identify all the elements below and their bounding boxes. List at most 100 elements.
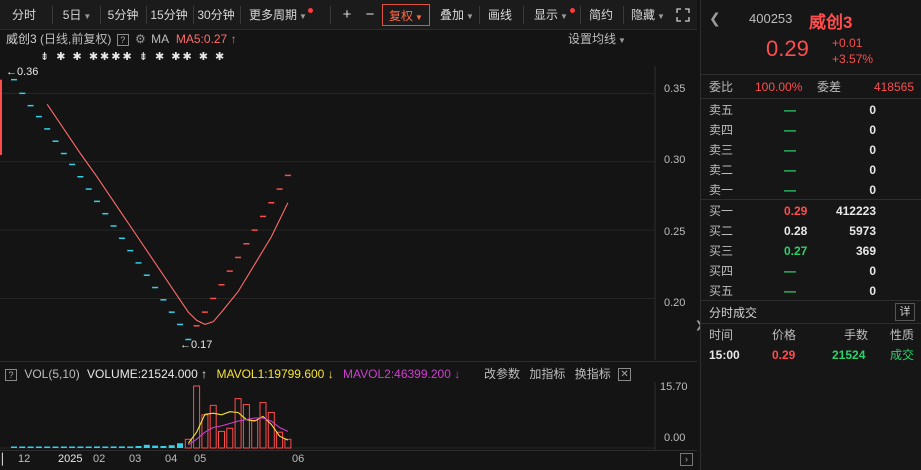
down-arrow-icon: ↓ [327,367,334,381]
event-markers[interactable]: ⇟ ✱ ✱ ✱✱✱✱ ⇟ ✱ ✱✱ ✱ ✱ [40,50,226,63]
bid-row[interactable]: 买四 — 0 [709,261,914,281]
divider [701,74,921,75]
y-tick-label: 0.30 [664,154,686,166]
help-icon[interactable]: ? [5,368,17,381]
trade-price: 0.29 [772,348,796,362]
ma-settings-dropdown[interactable]: 设置均线 ▼ [568,31,626,49]
toolbar-divider [580,6,581,24]
period-5day-label: 5日 [62,8,82,22]
ma5-value: MA5:0.27 [175,32,228,46]
ask-row[interactable]: 卖一 — 0 [709,180,914,200]
chevron-down-icon: ▼ [466,12,474,21]
help-icon[interactable]: ? [116,33,129,46]
ma-label: MA [151,32,169,46]
draw-line-button[interactable]: 画线 [483,4,517,26]
order-level-label: 买一 [709,204,734,218]
display-dropdown[interactable]: 显示 ▼ [528,4,574,26]
ask-row[interactable]: 卖二 — 0 [709,160,914,180]
more-periods-dropdown[interactable]: 更多周期 ▼ [243,4,313,26]
chevron-down-icon: ▼ [83,12,92,21]
switch-indicator-button[interactable]: 换指标 [575,367,611,381]
fuquan-dropdown[interactable]: 复权 ▼ [382,4,430,26]
x-tick-label: 02 [93,453,106,465]
volume-bar [118,446,125,448]
period-tab-intraday[interactable]: 分时 [4,4,44,26]
volume-indicator-label: VOL(5,10) [24,367,80,381]
x-tick-label: 12 [18,453,31,465]
period-tab-30min[interactable]: 30分钟 [195,4,237,26]
order-volume: 0 [869,123,876,137]
volume-bar [168,445,175,448]
order-price: — [784,163,796,177]
divider [701,300,921,301]
order-level-label: 卖五 [709,103,734,117]
chart-toolbar: 分时 5日 ▼ 5分钟 15分钟 30分钟 更多周期 ▼ + − 复权 ▼ 叠加 ▼ 画… [0,0,697,30]
order-volume: 0 [869,284,876,298]
bid-row[interactable]: 买三 0.27 369 [709,241,914,261]
x-tick-label: 03 [129,453,142,465]
volume-chart[interactable] [0,382,697,450]
order-price: — [784,284,796,298]
toolbar-divider [479,6,480,24]
chevron-down-icon: ▼ [299,12,307,21]
bid-row[interactable]: 买五 — 0 [709,281,914,301]
toolbar-divider [193,6,194,24]
price-chart[interactable] [0,66,697,360]
scroll-left-icon[interactable]: ▏ [2,451,10,469]
order-price: 0.28 [784,224,808,238]
trade-detail-button[interactable]: 详 [895,303,915,321]
period-tab-5min[interactable]: 5分钟 [103,4,143,26]
bid-row[interactable]: 买一 0.29 412223 [709,201,914,221]
order-volume: 0 [869,264,876,278]
order-volume: 0 [869,183,876,197]
gear-icon[interactable]: ⚙ [135,32,146,46]
close-icon[interactable]: ✕ [618,368,632,382]
hide-dropdown[interactable]: 隐藏 ▼ [626,4,670,26]
simple-mode-button[interactable]: 简约 [584,4,618,26]
notification-dot [570,8,575,13]
low-price-marker: ←0.17 [180,339,213,351]
scroll-right-icon[interactable]: › [680,453,693,466]
ask-row[interactable]: 卖四 — 0 [709,120,914,140]
trade-type: 成交 [889,348,914,362]
volume-bar [242,404,250,449]
period-tab-15min[interactable]: 15分钟 [148,4,190,26]
fullscreen-icon[interactable] [673,4,693,26]
order-level-label: 卖二 [709,163,734,177]
order-volume: 369 [855,244,876,258]
table-row[interactable]: 15:00 0.29 21524 成交 [709,345,914,365]
volume-bar [77,446,84,448]
quote-panel: ❮ 400253 威创3 0.29 +0.01 +3.57% 委比 100.00… [700,0,921,470]
order-price: — [784,143,796,157]
vol-y-tick-label: 15.70 [660,381,688,393]
order-volume: 0 [869,143,876,157]
order-level-label: 买三 [709,244,734,258]
zoom-in-button[interactable]: + [337,4,357,26]
display-label: 显示 [534,8,559,22]
col-price: 价格 [772,328,797,342]
order-level-label: 卖三 [709,143,734,157]
order-price: 0.29 [784,204,808,218]
bid-row[interactable]: 买二 0.28 5973 [709,221,914,241]
overlay-dropdown[interactable]: 叠加 ▼ [435,4,479,26]
volume-bar [60,446,67,448]
change-params-button[interactable]: 改参数 [484,367,520,381]
order-volume: 0 [869,103,876,117]
chevron-down-icon: ▼ [657,12,665,21]
volume-bar [226,427,234,449]
divider [701,199,921,200]
toolbar-divider [52,6,53,24]
notification-dot [308,8,313,13]
zoom-out-button[interactable]: − [360,4,380,26]
y-tick-label: 0.35 [664,83,686,95]
col-time: 时间 [709,328,734,342]
ask-row[interactable]: 卖三 — 0 [709,140,914,160]
ask-row[interactable]: 卖五 — 0 [709,100,914,120]
current-price: 0.29 [766,36,809,61]
add-indicator-button[interactable]: 加指标 [529,367,565,381]
x-tick-label: 05 [194,453,207,465]
back-icon[interactable]: ❮ [709,10,721,27]
mavol2-value: MAVOL2:46399.200 [343,367,451,381]
period-tab-5day[interactable]: 5日 ▼ [57,4,97,26]
order-level-label: 卖四 [709,123,734,137]
